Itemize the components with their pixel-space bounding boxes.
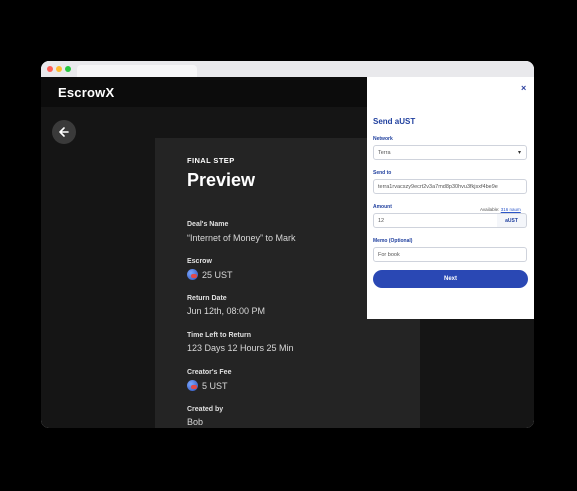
send-to-input[interactable]: terra1rvacszy9ecrt2v3a7md8p30hvu3fkjsxf4…	[373, 179, 527, 194]
next-button[interactable]: Next	[373, 270, 528, 288]
memo-value: For book	[378, 251, 400, 258]
created-by-label: Created by	[187, 406, 224, 413]
network-label: Network	[373, 136, 393, 142]
available-value-link[interactable]: 316 naum	[501, 207, 521, 212]
close-window-button[interactable]	[47, 66, 53, 72]
send-to-label: Send to	[373, 170, 392, 176]
maximize-window-button[interactable]	[65, 66, 71, 72]
escrow-label: Escrow	[187, 258, 212, 265]
chevron-down-icon: ▾	[517, 150, 521, 156]
browser-tab[interactable]	[77, 65, 197, 77]
back-button[interactable]	[52, 120, 76, 144]
amount-label: Amount	[373, 204, 392, 210]
browser-titlebar	[41, 61, 534, 77]
close-icon[interactable]: ×	[521, 83, 526, 93]
send-to-value: terra1rvacszy9ecrt2v3a7md8p30hvu3fkjsxf4…	[378, 183, 498, 190]
ust-coin-icon	[187, 269, 198, 280]
minimize-window-button[interactable]	[56, 66, 62, 72]
memo-label: Memo (Optional)	[373, 238, 413, 244]
available-label: Available:	[480, 207, 500, 212]
network-select[interactable]: Terra ▾	[373, 145, 527, 160]
deal-name-label: Deal's Name	[187, 221, 229, 228]
creator-fee-value: 5 UST	[187, 380, 228, 391]
memo-input[interactable]: For book	[373, 247, 527, 262]
escrow-value: 25 UST	[187, 269, 233, 280]
creator-fee-label: Creator's Fee	[187, 369, 232, 376]
arrow-left-icon	[59, 127, 69, 137]
time-left-value: 123 Days 12 Hours 25 Min	[187, 343, 294, 353]
available-balance: Available: 316 naum	[480, 207, 521, 212]
amount-value: 12	[378, 217, 385, 224]
network-selected-value: Terra	[378, 149, 391, 156]
escrowx-logo[interactable]: EscrowX	[58, 85, 114, 100]
return-date-value: Jun 12th, 08:00 PM	[187, 306, 266, 316]
step-label: FINAL STEP	[187, 156, 235, 165]
amount-input[interactable]: 12	[373, 213, 498, 228]
amount-unit: aUST	[497, 213, 527, 228]
time-left-label: Time Left to Return	[187, 332, 252, 339]
send-aust-panel: × Send aUST Network Terra ▾ Send to terr…	[367, 77, 534, 319]
ust-coin-icon	[187, 380, 198, 391]
deal-name-value: “Internet of Money” to Mark	[187, 233, 296, 243]
panel-title: Send aUST	[373, 117, 416, 126]
page-title: Preview	[187, 170, 256, 190]
return-date-label: Return Date	[187, 295, 227, 302]
created-by-value: Bob	[187, 417, 204, 427]
